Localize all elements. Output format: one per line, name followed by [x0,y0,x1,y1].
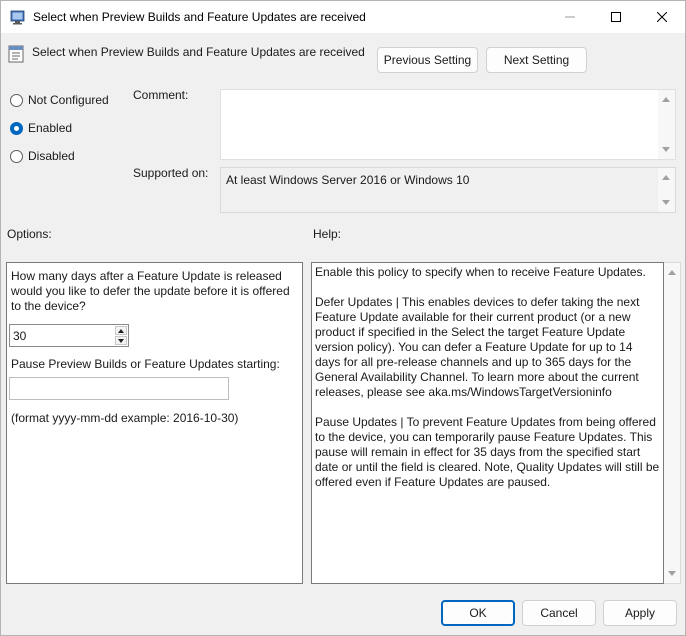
ok-button[interactable]: OK [441,600,515,626]
defer-days-value[interactable]: 30 [13,329,26,343]
scroll-down-icon[interactable] [668,571,676,576]
policy-dialog: Select when Preview Builds and Feature U… [0,0,686,636]
radio-circle[interactable] [10,121,23,135]
policy-setting-icon [8,45,24,63]
radio-label: Disabled [28,149,75,163]
pause-label: Pause Preview Builds or Feature Updates … [11,357,280,371]
help-paragraph: Defer Updates | This enables devices to … [315,295,640,399]
setting-title: Select when Preview Builds and Feature U… [32,45,365,59]
policy-editor-icon [10,10,25,25]
scroll-down-icon[interactable] [662,200,670,205]
help-scrollbar[interactable] [664,262,681,584]
supported-on-value: At least Windows Server 2016 or Windows … [226,173,470,187]
options-panel: How many days after a Feature Update is … [6,262,303,584]
radio-circle[interactable] [10,93,23,107]
close-icon [657,12,667,22]
window-title: Select when Preview Builds and Feature U… [33,10,366,24]
maximize-icon [611,12,621,22]
defer-days-spinner[interactable]: 30 [9,324,129,347]
supported-on-field: At least Windows Server 2016 or Windows … [220,167,676,213]
minimize-icon [565,16,575,18]
options-heading: Options: [7,227,52,241]
spin-down-icon[interactable] [115,336,127,345]
scroll-up-icon[interactable] [668,270,676,275]
spinner-arrows [115,326,127,345]
help-paragraph: Enable this policy to specify when to re… [315,265,646,279]
spin-up-icon[interactable] [115,326,127,335]
comment-scrollbar[interactable] [658,90,675,159]
title-bar: Select when Preview Builds and Feature U… [1,1,685,33]
comment-textarea[interactable] [220,89,676,160]
help-text: Enable this policy to specify when to re… [315,265,661,505]
radio-not-configured[interactable]: Not Configured [10,92,109,108]
comment-label: Comment: [133,88,189,102]
scroll-up-icon[interactable] [662,175,670,180]
radio-disabled[interactable]: Disabled [10,148,75,164]
maximize-button[interactable] [593,1,639,33]
scroll-up-icon[interactable] [662,97,670,102]
radio-label: Enabled [28,121,73,135]
radio-circle[interactable] [10,149,23,163]
supported-on-label: Supported on: [133,166,209,180]
radio-enabled[interactable]: Enabled [10,120,72,136]
radio-label: Not Configured [28,93,109,107]
defer-question: How many days after a Feature Update is … [11,269,290,313]
close-button[interactable] [639,1,685,33]
date-format-hint: (format yyyy-mm-dd example: 2016-10-30) [11,411,239,425]
apply-button[interactable]: Apply [603,600,677,626]
help-panel: Enable this policy to specify when to re… [311,262,664,584]
supported-scrollbar[interactable] [658,168,675,212]
help-heading: Help: [313,227,342,241]
minimize-button[interactable] [547,1,593,33]
pause-start-date-input[interactable] [9,377,229,400]
cancel-button[interactable]: Cancel [522,600,596,626]
next-setting-button[interactable]: Next Setting [486,47,587,73]
previous-setting-button[interactable]: Previous Setting [377,47,478,73]
help-paragraph: Pause Updates | To prevent Feature Updat… [315,415,660,489]
scroll-down-icon[interactable] [662,147,670,152]
